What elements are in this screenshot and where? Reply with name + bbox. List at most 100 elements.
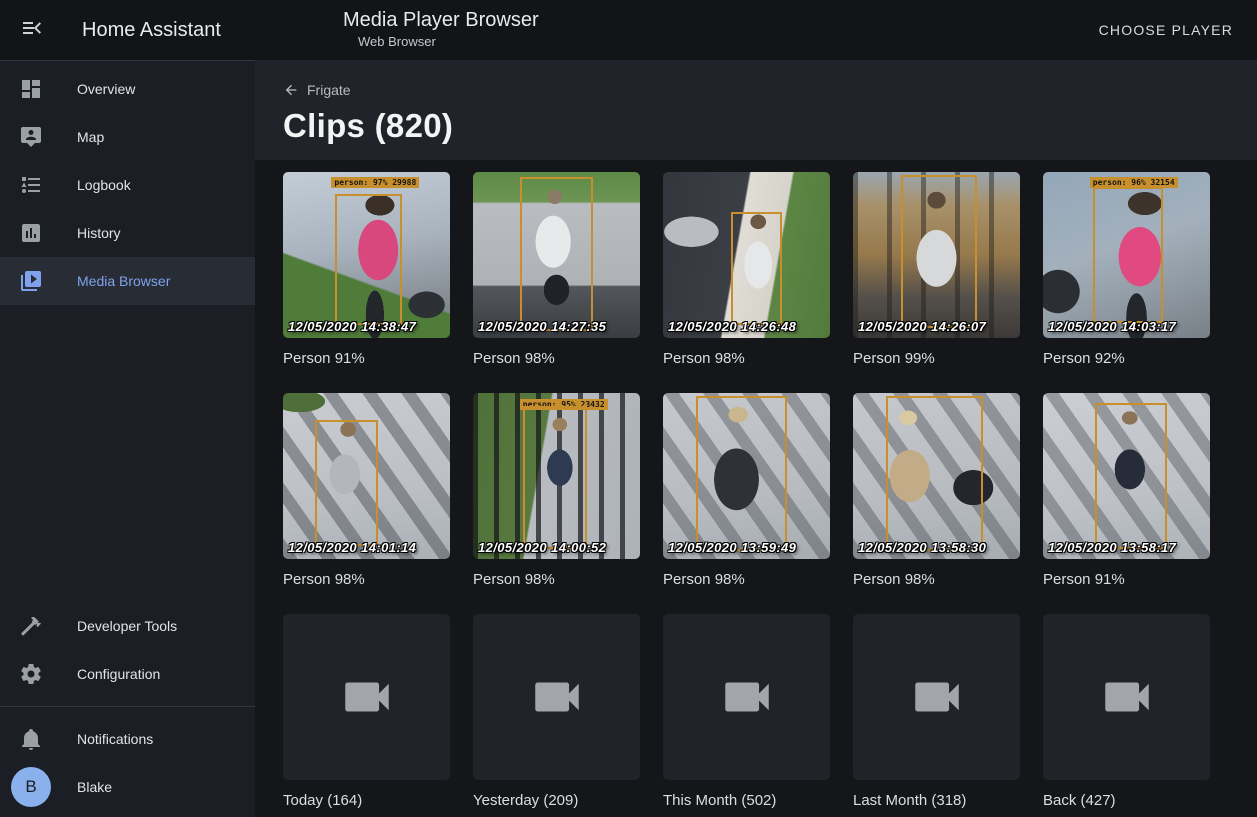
panel-subtitle: Web Browser — [358, 34, 539, 49]
folder-thumbnail[interactable] — [283, 614, 450, 780]
sidebar-item-media-browser[interactable]: Media Browser — [0, 257, 255, 305]
panel-title: Media Player Browser — [343, 8, 539, 32]
sidebar-nav: Overview Map Logbook History — [0, 61, 255, 305]
clip-timestamp: 12/05/2020 13:59:49 — [668, 540, 796, 555]
clip-item[interactable]: 12/05/2020 13:58:17 Person 91% — [1043, 393, 1210, 591]
detection-bounding-box — [886, 396, 983, 550]
sidebar-item-label: Overview — [77, 81, 135, 97]
clip-item[interactable]: 12/05/2020 14:01:14 Person 98% — [283, 393, 450, 591]
clip-item[interactable]: 12/05/2020 14:26:48 Person 98% — [663, 172, 830, 370]
video-icon — [908, 668, 966, 726]
folder-thumbnail[interactable] — [853, 614, 1020, 780]
clip-item[interactable]: 12/05/2020 14:26:07 Person 99% — [853, 172, 1020, 370]
clip-caption: Person 91% — [1043, 569, 1210, 591]
clip-timestamp: 12/05/2020 14:01:14 — [288, 540, 416, 555]
sidebar: Overview Map Logbook History — [0, 60, 255, 817]
detection-bounding-box — [520, 177, 593, 331]
avatar: B — [11, 767, 51, 807]
folder-item-yesterday[interactable]: Yesterday (209) — [473, 614, 640, 812]
video-icon — [338, 668, 396, 726]
clip-caption: Person 98% — [663, 348, 830, 370]
clip-item[interactable]: 12/05/2020 13:58:30 Person 98% — [853, 393, 1020, 591]
folder-item-back[interactable]: Back (427) — [1043, 614, 1210, 812]
sidebar-item-label: Configuration — [77, 666, 160, 682]
clip-thumbnail[interactable]: person: 95% 23432 12/05/2020 14:00:52 — [473, 393, 640, 559]
chart-box-icon — [19, 221, 43, 245]
detection-bounding-box — [1093, 187, 1163, 323]
video-icon — [718, 668, 776, 726]
folder-label: Last Month (318) — [853, 790, 1020, 812]
user-name-label: Blake — [77, 779, 112, 795]
clip-item[interactable]: 12/05/2020 13:59:49 Person 98% — [663, 393, 830, 591]
arrow-left-icon — [283, 82, 299, 98]
folder-item-today[interactable]: Today (164) — [283, 614, 450, 812]
clip-item[interactable]: person: 95% 23432 12/05/2020 14:00:52 Pe… — [473, 393, 640, 591]
clip-caption: Person 98% — [663, 569, 830, 591]
bell-icon — [19, 727, 43, 751]
folder-label: Today (164) — [283, 790, 450, 812]
detection-bounding-box — [901, 175, 976, 328]
app-title: Home Assistant — [82, 19, 221, 42]
panel-header: Media Player Browser Web Browser — [343, 8, 539, 49]
clip-timestamp: 12/05/2020 14:26:48 — [668, 319, 796, 334]
clip-caption: Person 98% — [853, 569, 1020, 591]
clip-timestamp: 12/05/2020 14:38:47 — [288, 319, 416, 334]
sidebar-item-history[interactable]: History — [0, 209, 255, 257]
clip-timestamp: 12/05/2020 14:26:07 — [858, 319, 986, 334]
media-browser-header: Frigate Clips (820) — [255, 60, 1257, 160]
clip-thumbnail[interactable]: person: 96% 32154 12/05/2020 14:03:17 — [1043, 172, 1210, 338]
clip-timestamp: 12/05/2020 13:58:17 — [1048, 540, 1176, 555]
clips-grid: person: 97% 29988 12/05/2020 14:38:47 Pe… — [255, 160, 1257, 817]
detection-bounding-box — [523, 406, 586, 549]
play-box-multiple-icon — [19, 269, 43, 293]
clip-thumbnail[interactable]: 12/05/2020 13:58:30 — [853, 393, 1020, 559]
detection-bounding-box — [315, 420, 378, 546]
folder-item-last-month[interactable]: Last Month (318) — [853, 614, 1020, 812]
sidebar-item-label: Logbook — [77, 177, 131, 193]
folder-thumbnail[interactable] — [663, 614, 830, 780]
clip-thumbnail[interactable]: 12/05/2020 14:01:14 — [283, 393, 450, 559]
breadcrumb-back-frigate[interactable]: Frigate — [283, 82, 351, 98]
detection-bounding-box — [696, 396, 786, 550]
folder-thumbnail[interactable] — [473, 614, 640, 780]
sidebar-item-logbook[interactable]: Logbook — [0, 161, 255, 209]
clip-caption: Person 98% — [283, 569, 450, 591]
folder-item-this-month[interactable]: This Month (502) — [663, 614, 830, 812]
page-title: Clips (820) — [283, 107, 1257, 145]
video-icon — [1098, 668, 1156, 726]
sidebar-item-notifications[interactable]: Notifications — [0, 715, 255, 763]
clip-thumbnail[interactable]: 12/05/2020 14:27:35 — [473, 172, 640, 338]
video-icon — [528, 668, 586, 726]
clip-thumbnail[interactable]: 12/05/2020 13:59:49 — [663, 393, 830, 559]
sidebar-item-label: Notifications — [77, 731, 153, 747]
clip-item[interactable]: person: 97% 29988 12/05/2020 14:38:47 Pe… — [283, 172, 450, 370]
clip-caption: Person 92% — [1043, 348, 1210, 370]
sidebar-item-user-profile[interactable]: B Blake — [0, 763, 255, 811]
sidebar-item-map[interactable]: Map — [0, 113, 255, 161]
hammer-icon — [19, 614, 43, 638]
sidebar-toggle-button[interactable] — [8, 6, 56, 54]
clip-thumbnail[interactable]: 12/05/2020 14:26:48 — [663, 172, 830, 338]
folder-label: Yesterday (209) — [473, 790, 640, 812]
sidebar-item-configuration[interactable]: Configuration — [0, 650, 255, 698]
sidebar-item-label: History — [77, 225, 121, 241]
detection-label: person: 97% 29988 — [331, 177, 419, 188]
folder-thumbnail[interactable] — [1043, 614, 1210, 780]
breadcrumb-label: Frigate — [307, 82, 351, 98]
choose-player-button[interactable]: CHOOSE PLAYER — [1091, 0, 1241, 60]
media-browser-panel: Frigate Clips (820) person: 97% 29988 12… — [255, 60, 1257, 817]
clip-thumbnail[interactable]: 12/05/2020 14:26:07 — [853, 172, 1020, 338]
sidebar-item-label: Media Browser — [77, 273, 170, 289]
clip-thumbnail[interactable]: 12/05/2020 13:58:17 — [1043, 393, 1210, 559]
sidebar-item-overview[interactable]: Overview — [0, 65, 255, 113]
view-dashboard-icon — [19, 77, 43, 101]
account-marker-icon — [19, 125, 43, 149]
clip-item[interactable]: 12/05/2020 14:27:35 Person 98% — [473, 172, 640, 370]
sidebar-item-developer-tools[interactable]: Developer Tools — [0, 602, 255, 650]
folder-label: This Month (502) — [663, 790, 830, 812]
detection-bounding-box — [335, 194, 402, 325]
clip-timestamp: 12/05/2020 14:03:17 — [1048, 319, 1176, 334]
clip-item[interactable]: person: 96% 32154 12/05/2020 14:03:17 Pe… — [1043, 172, 1210, 370]
clip-thumbnail[interactable]: person: 97% 29988 12/05/2020 14:38:47 — [283, 172, 450, 338]
sidebar-bottom: Developer Tools Configuration Notificati… — [0, 602, 255, 817]
